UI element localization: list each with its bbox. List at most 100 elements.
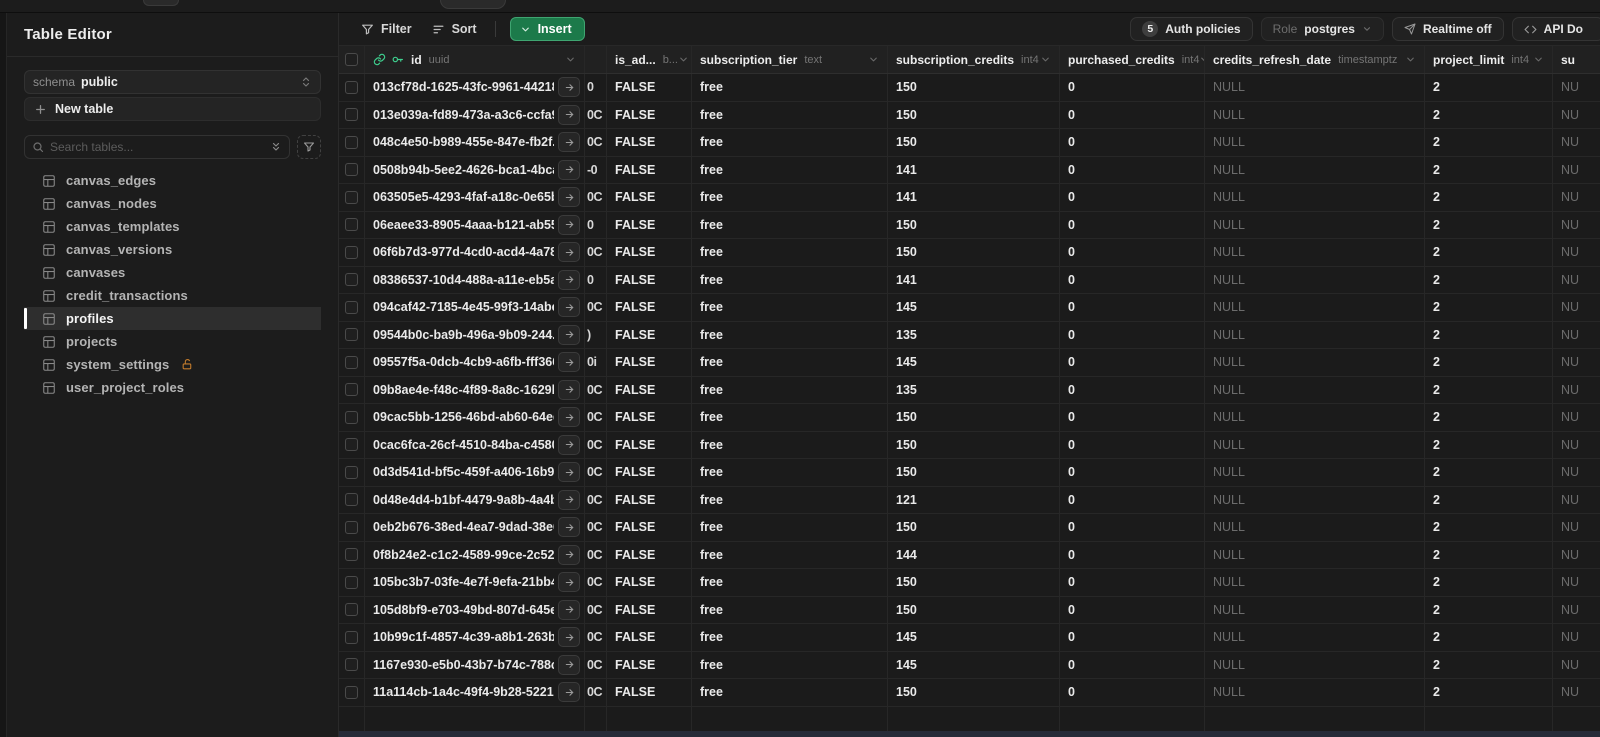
cell-is-admin[interactable]: FALSE — [607, 514, 692, 541]
cell-credits-refresh-date[interactable]: NULL — [1205, 349, 1425, 376]
cell-subscription-credits[interactable]: 150 — [888, 569, 1060, 596]
cell-clipped[interactable]: 0C — [585, 294, 607, 321]
cell-subscription-credits[interactable]: 150 — [888, 459, 1060, 486]
cell-subscription-tier[interactable]: free — [692, 321, 888, 348]
insert-button[interactable]: Insert — [509, 17, 585, 41]
cell-clipped[interactable]: 0C — [585, 651, 607, 678]
cell-project-limit[interactable]: 2 — [1425, 514, 1553, 541]
cell-subscription-tier[interactable]: free — [692, 376, 888, 403]
schema-select[interactable]: schema public — [24, 70, 321, 94]
cell-subscription-credits[interactable]: 145 — [888, 651, 1060, 678]
realtime-toggle-button[interactable]: Realtime off — [1391, 17, 1504, 41]
cell-subscription-tier[interactable]: free — [692, 596, 888, 623]
sidebar-table-item[interactable]: system_settings — [24, 353, 321, 376]
row-checkbox[interactable] — [345, 190, 358, 204]
cell-is-admin[interactable]: FALSE — [607, 74, 692, 101]
cell-su[interactable]: NU — [1553, 294, 1600, 321]
cell-purchased-credits[interactable]: 0 — [1060, 624, 1205, 651]
filter-tables-button[interactable] — [297, 135, 321, 159]
cell-clipped[interactable]: 0 — [585, 266, 607, 293]
cell-subscription-credits[interactable]: 150 — [888, 514, 1060, 541]
cell-clipped[interactable]: 0 — [585, 211, 607, 238]
cell-project-limit[interactable]: 2 — [1425, 376, 1553, 403]
cell-purchased-credits[interactable]: 0 — [1060, 679, 1205, 706]
cell-project-limit[interactable]: 2 — [1425, 624, 1553, 651]
foreign-key-arrow-button[interactable] — [558, 324, 580, 345]
cell-id[interactable]: 06f6b7d3-977d-4cd0-acd4-4a78... — [365, 239, 585, 266]
cell-clipped[interactable]: 0C — [585, 514, 607, 541]
foreign-key-arrow-button[interactable] — [558, 462, 580, 483]
cell-su[interactable]: NU — [1553, 377, 1600, 404]
cell-su[interactable]: NU — [1553, 239, 1600, 266]
cell-purchased-credits[interactable]: 0 — [1060, 294, 1205, 321]
column-header-is-admin[interactable]: is_ad... b... — [607, 46, 692, 73]
cell-is-admin[interactable]: FALSE — [607, 239, 692, 266]
cell-clipped[interactable]: -0 — [585, 156, 607, 183]
cell-su[interactable]: NU — [1553, 597, 1600, 624]
table-row[interactable]: 048c4e50-b989-455e-847e-fb2f... 0C FALSE… — [339, 129, 1600, 157]
cell-subscription-credits[interactable]: 135 — [888, 321, 1060, 348]
cell-id[interactable]: 094caf42-7185-4e45-99f3-14abee... — [365, 294, 585, 321]
cell-id[interactable]: 09544b0c-ba9b-496a-9b09-244... — [365, 321, 585, 348]
cell-purchased-credits[interactable]: 0 — [1060, 404, 1205, 431]
cell-is-admin[interactable]: FALSE — [607, 431, 692, 458]
role-select-button[interactable]: Role postgres — [1260, 17, 1384, 41]
cell-subscription-tier[interactable]: free — [692, 349, 888, 376]
sidebar-table-item[interactable]: projects — [24, 330, 321, 353]
cell-purchased-credits[interactable]: 0 — [1060, 541, 1205, 568]
row-checkbox[interactable] — [345, 438, 358, 452]
cell-purchased-credits[interactable]: 0 — [1060, 74, 1205, 101]
cell-id[interactable]: 0f8b24e2-c1c2-4589-99ce-2c52d... — [365, 541, 585, 568]
cell-purchased-credits[interactable]: 0 — [1060, 211, 1205, 238]
select-all-checkbox[interactable] — [345, 53, 358, 66]
cell-subscription-credits[interactable]: 145 — [888, 349, 1060, 376]
cell-project-limit[interactable]: 2 — [1425, 431, 1553, 458]
cell-su[interactable]: NU — [1553, 514, 1600, 541]
cell-subscription-tier[interactable]: free — [692, 404, 888, 431]
cell-purchased-credits[interactable]: 0 — [1060, 651, 1205, 678]
cell-subscription-credits[interactable]: 144 — [888, 541, 1060, 568]
cell-credits-refresh-date[interactable]: NULL — [1205, 156, 1425, 183]
table-row[interactable]: 094caf42-7185-4e45-99f3-14abee... 0C FAL… — [339, 294, 1600, 322]
cell-clipped[interactable]: 0C — [585, 184, 607, 211]
foreign-key-arrow-button[interactable] — [558, 214, 580, 235]
cell-subscription-tier[interactable]: free — [692, 211, 888, 238]
cell-subscription-tier[interactable]: free — [692, 651, 888, 678]
cell-is-admin[interactable]: FALSE — [607, 679, 692, 706]
row-checkbox[interactable] — [345, 603, 358, 617]
cell-subscription-credits[interactable]: 135 — [888, 376, 1060, 403]
cell-subscription-credits[interactable]: 141 — [888, 266, 1060, 293]
cell-is-admin[interactable]: FALSE — [607, 541, 692, 568]
cell-is-admin[interactable]: FALSE — [607, 596, 692, 623]
foreign-key-arrow-button[interactable] — [558, 77, 580, 98]
cell-subscription-tier[interactable]: free — [692, 541, 888, 568]
row-checkbox[interactable] — [345, 493, 358, 507]
cell-su[interactable]: NU — [1553, 624, 1600, 651]
cell-clipped[interactable]: 0C — [585, 101, 607, 128]
foreign-key-arrow-button[interactable] — [558, 517, 580, 538]
cell-su[interactable]: NU — [1553, 74, 1600, 101]
cell-project-limit[interactable]: 2 — [1425, 156, 1553, 183]
cell-project-limit[interactable]: 2 — [1425, 651, 1553, 678]
cell-su[interactable]: NU — [1553, 349, 1600, 376]
cell-clipped[interactable]: ) — [585, 321, 607, 348]
cell-project-limit[interactable]: 2 — [1425, 321, 1553, 348]
cell-id[interactable]: 0d3d541d-bf5c-459f-a406-16b93... — [365, 459, 585, 486]
cell-is-admin[interactable]: FALSE — [607, 404, 692, 431]
cell-purchased-credits[interactable]: 0 — [1060, 431, 1205, 458]
cell-credits-refresh-date[interactable]: NULL — [1205, 431, 1425, 458]
cell-is-admin[interactable]: FALSE — [607, 376, 692, 403]
table-row[interactable]: 09b8ae4e-f48c-4f89-8a8c-1629b... 0C FALS… — [339, 376, 1600, 404]
foreign-key-arrow-button[interactable] — [558, 599, 580, 620]
cell-clipped[interactable]: 0C — [585, 541, 607, 568]
cell-subscription-tier[interactable]: free — [692, 294, 888, 321]
cell-project-limit[interactable]: 2 — [1425, 459, 1553, 486]
cell-id[interactable]: 105bc3b7-03fe-4e7f-9efa-21bb40... — [365, 569, 585, 596]
cell-su[interactable]: NU — [1553, 184, 1600, 211]
cell-su[interactable]: NU — [1553, 542, 1600, 569]
cell-subscription-credits[interactable]: 150 — [888, 101, 1060, 128]
cell-subscription-tier[interactable]: free — [692, 486, 888, 513]
foreign-key-arrow-button[interactable] — [558, 434, 580, 455]
cell-subscription-credits[interactable]: 150 — [888, 239, 1060, 266]
cell-subscription-tier[interactable]: free — [692, 184, 888, 211]
